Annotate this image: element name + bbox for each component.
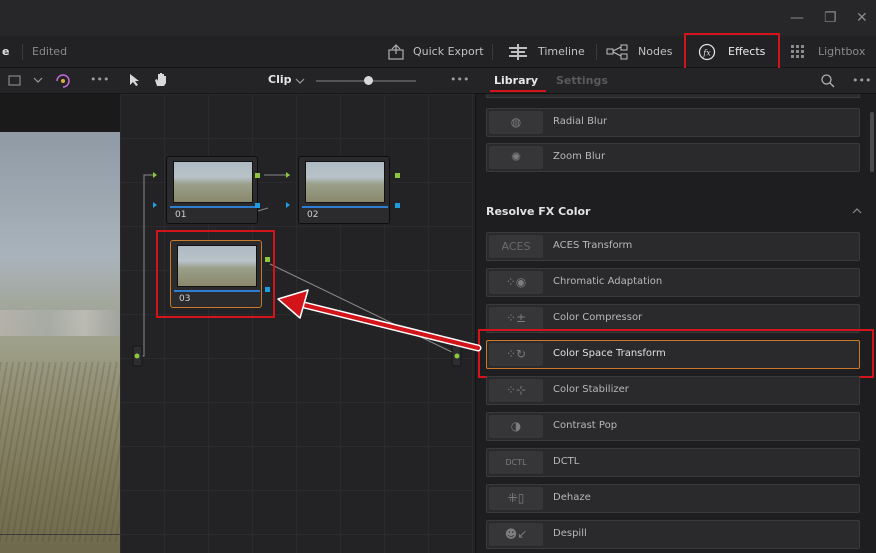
annotation-arrow xyxy=(277,289,482,352)
